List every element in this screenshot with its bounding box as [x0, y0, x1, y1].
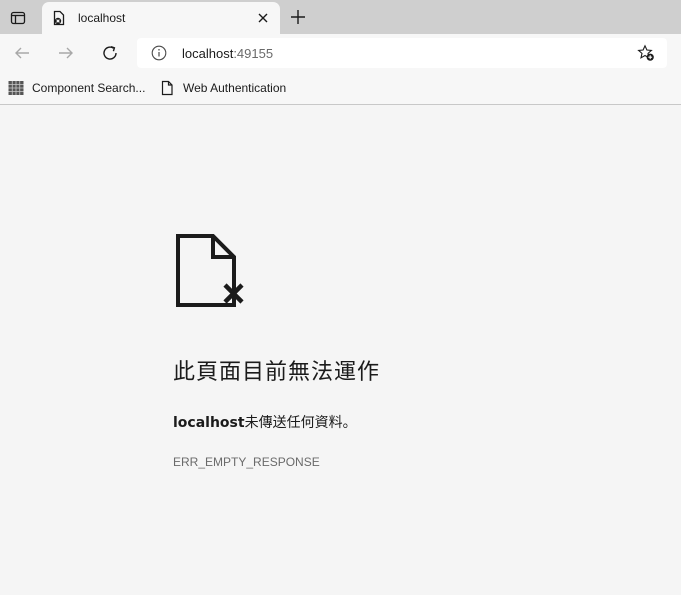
forward-arrow-icon: [59, 47, 73, 59]
error-code: ERR_EMPTY_RESPONSE: [173, 455, 320, 469]
error-title: 此頁面目前無法運作: [173, 360, 381, 385]
url-port: :49155: [233, 46, 274, 61]
add-favorite-icon[interactable]: [637, 44, 655, 62]
tab-title: localhost: [78, 11, 126, 25]
bookmark-web-authentication[interactable]: Web Authentication: [159, 76, 286, 100]
forward-button[interactable]: [55, 42, 77, 64]
bookmark-label: Web Authentication: [183, 81, 287, 95]
tab-localhost[interactable]: localhost: [42, 2, 280, 34]
error-page: 此頁面目前無法運作 localhost未傳送任何資料。 ERR_EMPTY_RE…: [0, 105, 681, 595]
url-text[interactable]: localhost:49155: [182, 46, 273, 61]
back-button[interactable]: [11, 42, 33, 64]
tab-close-button[interactable]: [255, 10, 271, 26]
info-icon[interactable]: [151, 45, 167, 61]
tab-actions-icon: [10, 11, 26, 25]
back-arrow-icon: [15, 47, 29, 59]
refresh-button[interactable]: [99, 42, 121, 64]
refresh-icon: [103, 45, 117, 60]
tab-strip: localhost: [0, 0, 681, 34]
address-bar[interactable]: localhost:49155: [137, 38, 667, 68]
tab-actions-button[interactable]: [7, 7, 29, 29]
error-description: localhost未傳送任何資料。: [173, 412, 357, 432]
error-message: 未傳送任何資料。: [244, 415, 357, 431]
close-icon: [258, 13, 268, 23]
bookmarks-bar: Component Search... Web Authentication: [0, 72, 681, 105]
url-host: localhost: [182, 46, 234, 61]
bookmark-label: Component Search...: [32, 81, 146, 95]
document-error-icon: [53, 10, 65, 26]
toolbar: localhost:49155: [0, 34, 681, 72]
error-host: localhost: [173, 415, 245, 431]
plus-icon: [291, 10, 305, 24]
grid-icon: [8, 81, 24, 95]
page-icon: [161, 80, 173, 96]
bookmark-component-search[interactable]: Component Search...: [8, 76, 145, 100]
new-tab-button[interactable]: [288, 7, 308, 27]
document-error-icon: [176, 234, 244, 307]
